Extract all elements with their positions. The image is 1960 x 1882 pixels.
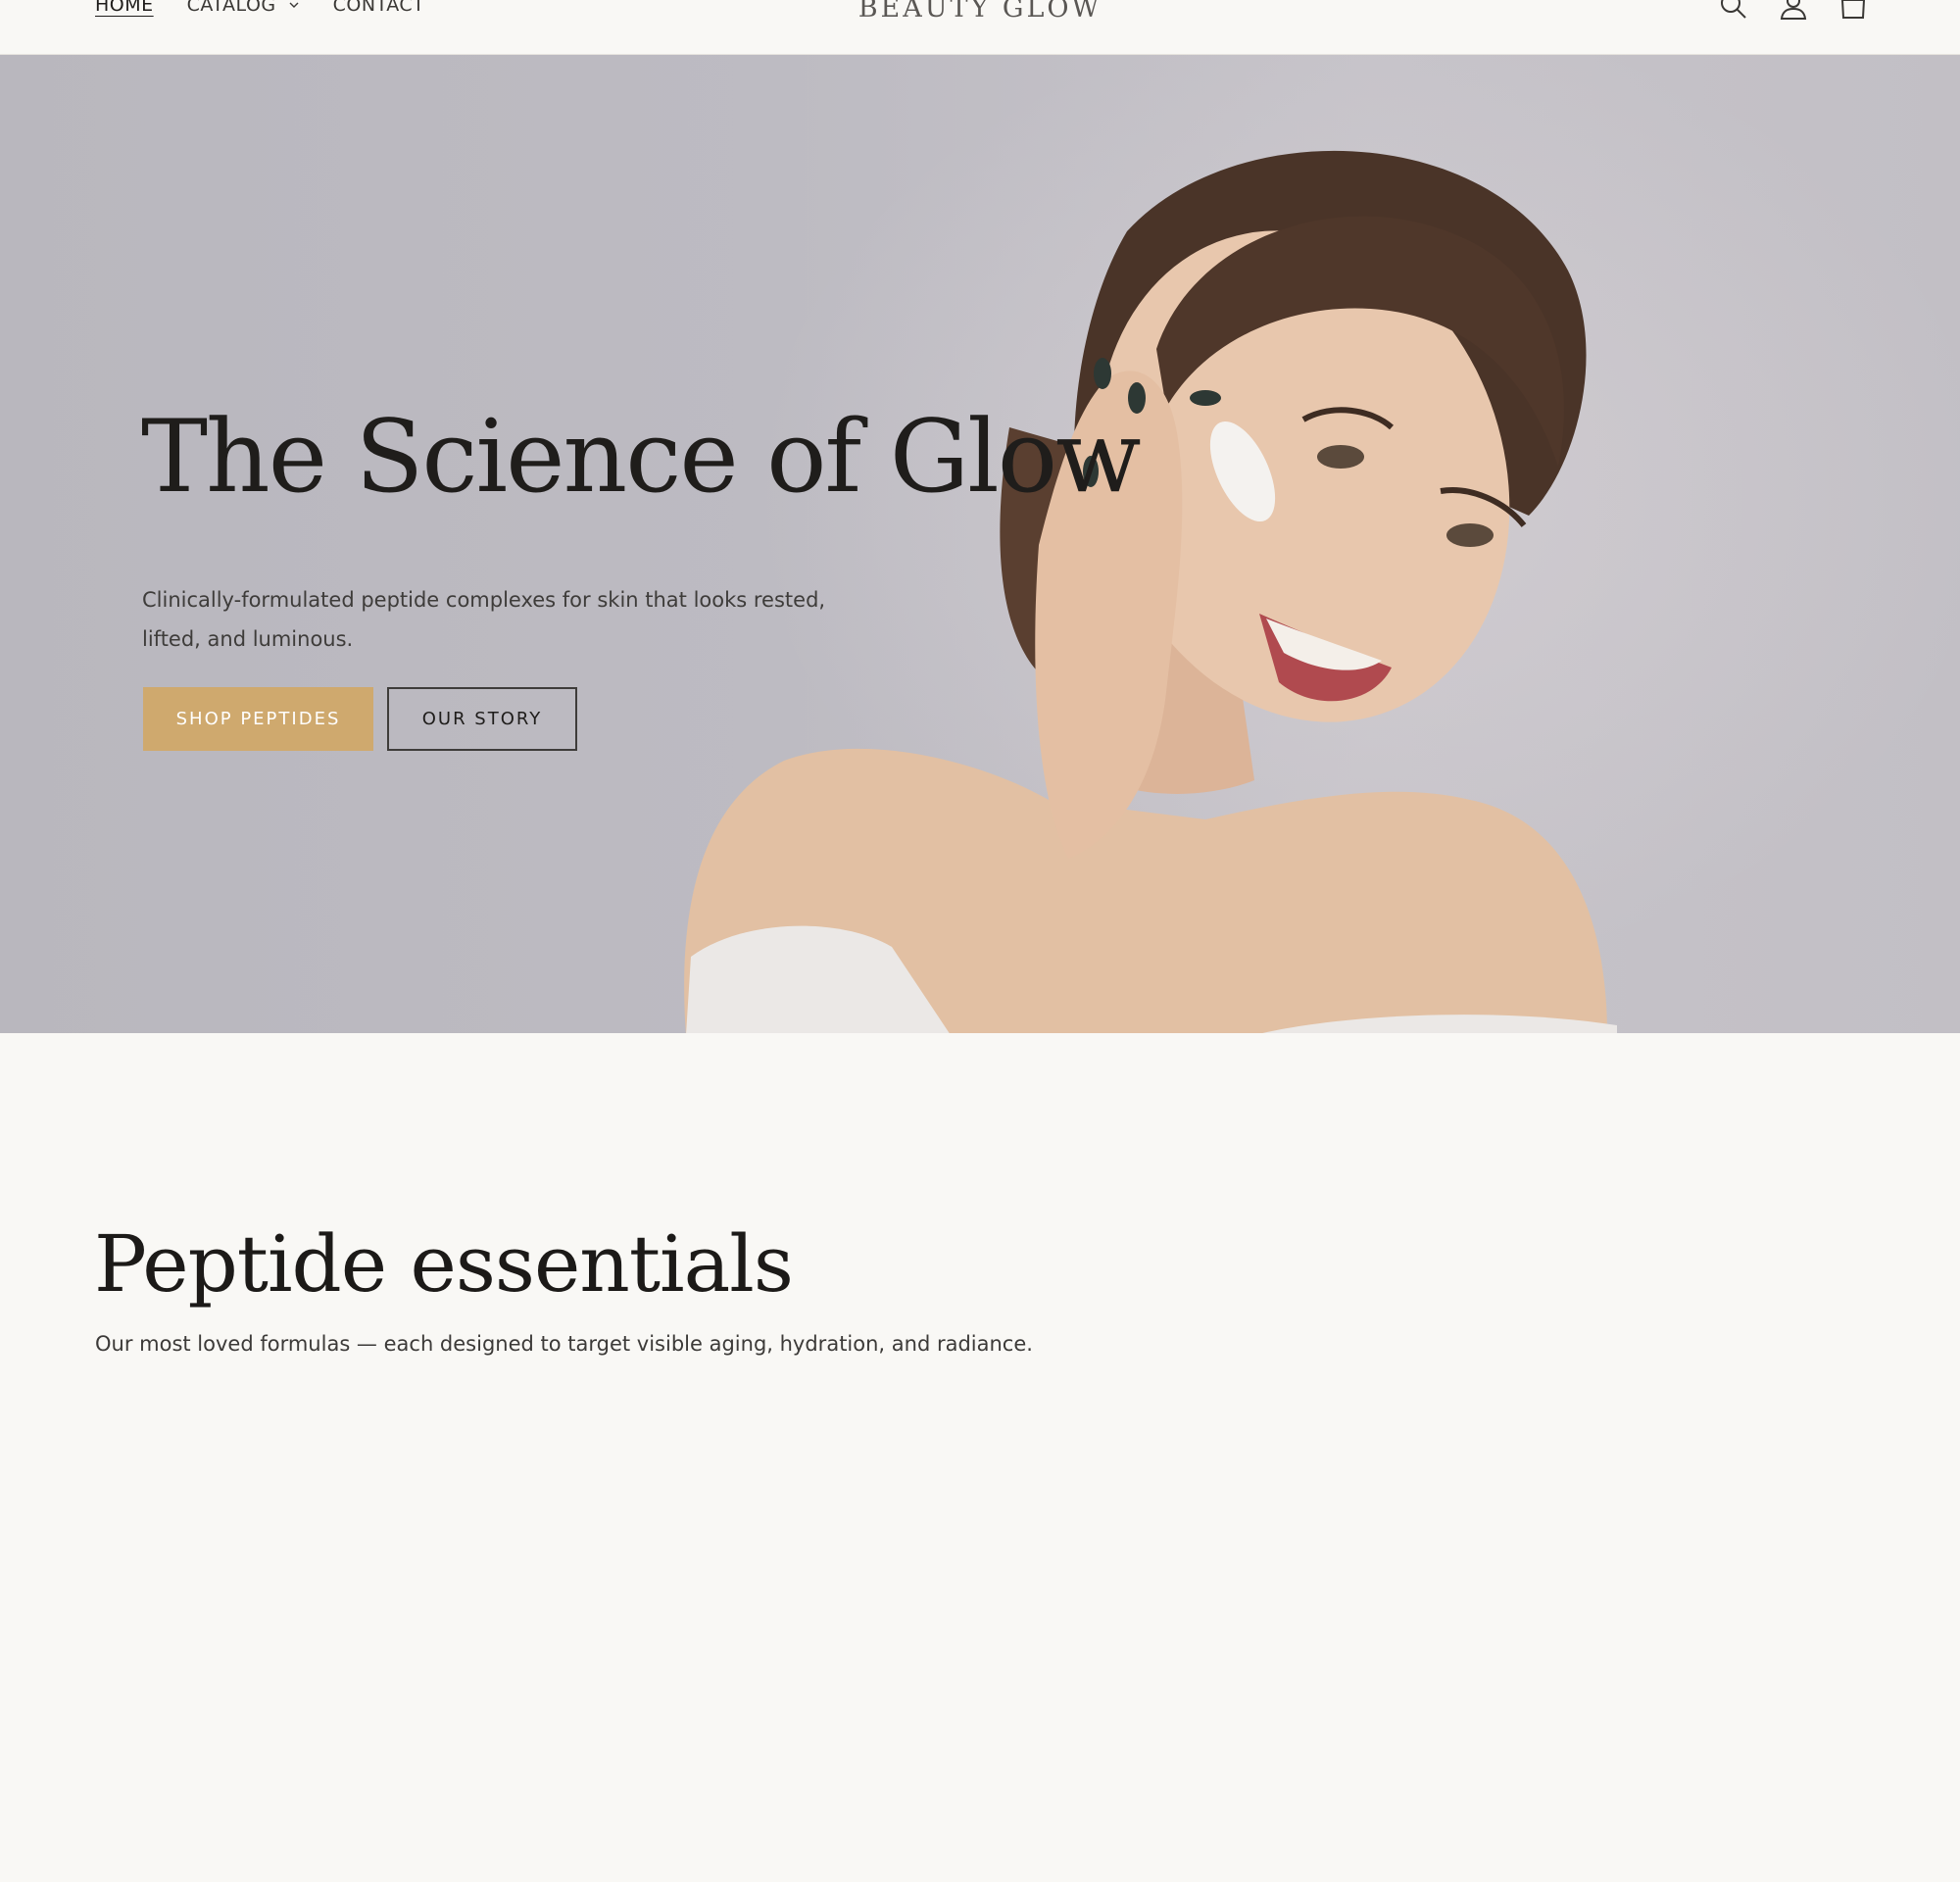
section-subtitle: Our most loved formulas — each designed …	[95, 1332, 1033, 1356]
search-icon[interactable]	[1718, 0, 1749, 22]
our-story-button[interactable]: OUR STORY	[387, 687, 577, 751]
shop-peptides-button[interactable]: SHOP PEPTIDES	[143, 687, 373, 751]
account-icon[interactable]	[1778, 0, 1809, 22]
section-title: Peptide essentials	[94, 1218, 794, 1310]
cart-icon[interactable]	[1838, 0, 1869, 22]
hero-subtitle: Clinically-formulated peptide complexes …	[142, 588, 826, 651]
hero-title: The Science of Glow	[141, 399, 1142, 516]
header-actions	[1690, 0, 1869, 22]
site-header: HOME CATALOG CONTACT BEAUTY GLOW	[0, 0, 1960, 55]
hero-model-image	[684, 150, 1617, 1033]
brand-logo[interactable]: BEAUTY GLOW	[0, 0, 1960, 25]
hero-banner: The Science of Glow Clinically-formulate…	[0, 55, 1960, 1033]
